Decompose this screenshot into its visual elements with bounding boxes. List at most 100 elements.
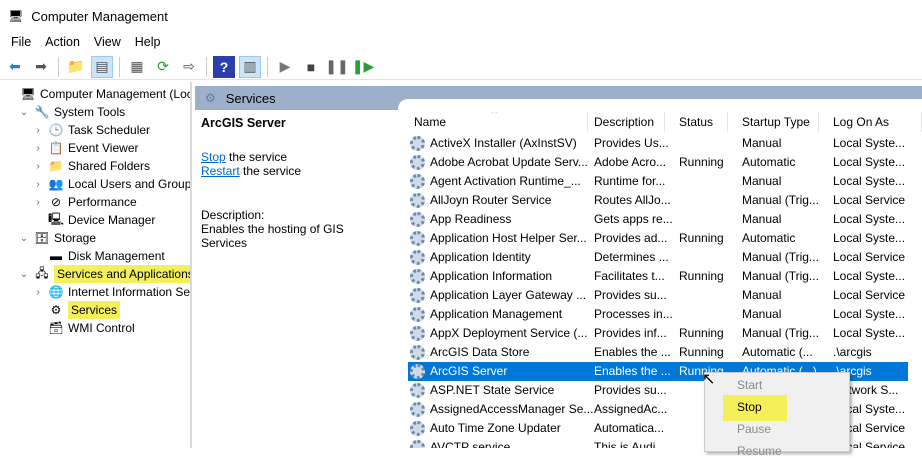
- table-row[interactable]: Application Information Facilitates t... R…: [408, 267, 908, 286]
- folder-icon: 📁: [48, 159, 64, 173]
- context-menu-start[interactable]: Start: [737, 378, 762, 392]
- column-header-description[interactable]: Description: [580, 112, 665, 132]
- expand-chevron-right-icon[interactable]: ›: [32, 287, 44, 298]
- context-menu-resume[interactable]: Resume: [737, 444, 782, 458]
- restart-service-icon[interactable]: ❚▶: [352, 56, 375, 78]
- tree-item-label: Computer Management (Local: [40, 87, 192, 101]
- tree-item[interactable]: › 📁 Shared Folders: [32, 157, 150, 175]
- properties-icon[interactable]: ▦: [126, 56, 148, 78]
- table-row[interactable]: ArcGIS Data Store Enables the ... Running A…: [408, 343, 908, 362]
- tree-item[interactable]: ▬ Disk Management: [32, 247, 165, 265]
- tree-item[interactable]: ⌄ 🖧 Services and Applications: [18, 265, 190, 283]
- clock-icon: 🕒: [48, 123, 64, 137]
- expand-chevron-right-icon[interactable]: ›: [32, 125, 44, 136]
- menu-view[interactable]: View: [87, 35, 128, 49]
- service-log-on-as: Local Service: [833, 250, 906, 264]
- tree-item[interactable]: › 📋 Event Viewer: [32, 139, 138, 157]
- tree-item[interactable]: ⌄ 🗄 Storage: [18, 229, 96, 247]
- expand-chevron-right-icon[interactable]: ›: [32, 161, 44, 172]
- expand-chevron-right-icon[interactable]: ›: [32, 143, 44, 154]
- event-viewer-icon: 📋: [48, 141, 64, 155]
- column-header-log-on-as[interactable]: Log On As: [819, 112, 922, 132]
- back-icon[interactable]: ⬅: [4, 56, 26, 78]
- list-tab-corner: [398, 99, 922, 113]
- table-row[interactable]: Application Management Processes in... Man…: [408, 305, 908, 324]
- show-action-pane-icon[interactable]: ▥: [239, 55, 261, 78]
- menu-file[interactable]: File: [4, 35, 38, 49]
- tree-item[interactable]: › 🌐 Internet Information Ser: [32, 283, 190, 301]
- services-icon: ⚙: [205, 91, 216, 105]
- context-menu-pause[interactable]: Pause: [737, 422, 771, 436]
- tree-item[interactable]: › 👥 Local Users and Groups: [32, 175, 190, 193]
- services-header-title: Services: [225, 90, 276, 106]
- tree-item[interactable]: 🖥 Computer Management (Local: [4, 85, 192, 103]
- tree-item[interactable]: ⚙ Services: [32, 301, 121, 319]
- table-row[interactable]: Agent Activation Runtime_... Runtime for.…: [408, 172, 908, 191]
- service-name: AllJoyn Router Service: [430, 193, 552, 207]
- stop-service-icon[interactable]: ■: [300, 56, 322, 78]
- description-label: Description:: [201, 208, 265, 222]
- restart-service-link[interactable]: Restart: [201, 164, 240, 178]
- table-row[interactable]: App Readiness Gets apps re... Manual Local …: [408, 210, 908, 229]
- toolbar: ⬅ ➡ 📁 ▤ ▦ ⟳ ⇨ ? ▥ ▶ ■ ❚❚ ❚▶: [0, 54, 922, 80]
- table-row[interactable]: AllJoyn Router Service Routes AllJo... Man…: [408, 191, 908, 210]
- service-log-on-as: Local Service: [833, 288, 906, 302]
- expand-chevron-down-icon[interactable]: ⌄: [18, 233, 30, 244]
- tree-item-label: Shared Folders: [68, 159, 151, 173]
- expand-chevron-right-icon[interactable]: ›: [32, 197, 44, 208]
- expand-chevron-right-icon[interactable]: ›: [32, 179, 44, 190]
- service-log-on-as: Local Syste...: [833, 212, 906, 226]
- menu-help[interactable]: Help: [128, 35, 168, 49]
- export-list-icon[interactable]: ⇨: [178, 56, 200, 78]
- forward-icon[interactable]: ➡: [30, 56, 52, 78]
- table-row[interactable]: ActiveX Installer (AxInstSV) Provides Us.…: [408, 134, 908, 153]
- service-gear-icon: [410, 364, 425, 379]
- up-folder-icon[interactable]: 📁: [65, 56, 87, 78]
- service-description: Enables the ...: [594, 364, 671, 378]
- tree-item[interactable]: › ⊘ Performance: [32, 193, 136, 211]
- column-header-startup-type[interactable]: Startup Type: [728, 112, 819, 132]
- title-bar: 🖥 Computer Management: [0, 0, 922, 32]
- iis-icon: 🌐: [48, 285, 64, 299]
- service-startup-type: Manual: [742, 136, 782, 150]
- service-name: App Readiness: [430, 212, 512, 226]
- service-log-on-as: Local Syste...: [833, 136, 906, 150]
- help-icon[interactable]: ?: [213, 55, 235, 78]
- start-service-icon[interactable]: ▶: [274, 56, 296, 78]
- column-header-name[interactable]: Name: [400, 112, 588, 132]
- toolbar-separator: [119, 56, 120, 77]
- service-log-on-as: Local Syste...: [833, 326, 906, 340]
- service-description: This is Audi...: [594, 440, 666, 448]
- table-row[interactable]: Application Host Helper Ser... Provides a…: [408, 229, 908, 248]
- window-title: Computer Management: [31, 8, 168, 24]
- server-gear-icon: 🖧: [35, 265, 49, 280]
- device-manager-icon: 🖳: [48, 211, 65, 226]
- tree-item[interactable]: 🗃 WMI Control: [32, 319, 134, 337]
- wmi-icon: 🗃: [48, 321, 64, 335]
- show-hide-tree-icon[interactable]: ▤: [91, 55, 113, 78]
- selected-service-name: ArcGIS Server: [201, 116, 286, 130]
- expand-chevron-down-icon[interactable]: ⌄: [18, 107, 30, 118]
- tree-item-label: Device Manager: [68, 213, 156, 227]
- tree-item[interactable]: › 🕒 Task Scheduler: [32, 121, 150, 139]
- performance-icon: ⊘: [50, 195, 62, 209]
- service-name: Agent Activation Runtime_...: [430, 174, 581, 188]
- table-row[interactable]: Application Identity Determines ... Manual…: [408, 248, 908, 267]
- tree-item[interactable]: 🖳 Device Manager: [32, 211, 155, 229]
- service-name: ArcGIS Data Store: [430, 345, 530, 359]
- service-startup-type: Manual (Trig...: [742, 193, 819, 207]
- table-row[interactable]: Adobe Acrobat Update Serv... Adobe Acro..…: [408, 153, 908, 172]
- pause-service-icon[interactable]: ❚❚: [325, 56, 348, 78]
- tree-item-label: Disk Management: [68, 249, 165, 263]
- service-description: Facilitates t...: [594, 269, 665, 283]
- tree-item[interactable]: ⌄ 🔧 System Tools: [18, 103, 125, 121]
- menu-action[interactable]: Action: [38, 35, 87, 49]
- expand-chevron-down-icon[interactable]: ⌄: [18, 269, 30, 280]
- column-header-status[interactable]: Status: [665, 112, 728, 132]
- table-row[interactable]: Application Layer Gateway ... Provides su…: [408, 286, 908, 305]
- service-gear-icon: [410, 136, 425, 151]
- stop-service-link[interactable]: Stop: [201, 150, 226, 164]
- table-row[interactable]: AppX Deployment Service (... Provides inf…: [408, 324, 908, 343]
- context-menu-stop[interactable]: Stop: [737, 400, 762, 414]
- refresh-icon[interactable]: ⟳: [152, 56, 174, 78]
